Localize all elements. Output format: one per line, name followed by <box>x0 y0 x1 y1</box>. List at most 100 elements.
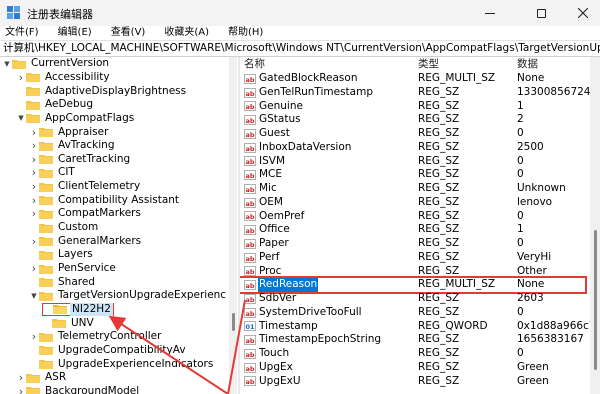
value-data: 1 <box>517 99 524 112</box>
collapsed-chevron-icon[interactable]: › <box>29 262 39 275</box>
value-row[interactable]: ab Genuine REG_SZ 1 <box>240 100 585 114</box>
value-row[interactable]: ab Proc REG_SZ Other <box>240 265 585 279</box>
folder-icon <box>26 86 40 97</box>
value-row[interactable]: ab TimestampEpochString REG_SZ 1656383167 <box>240 333 585 347</box>
value-row[interactable]: ab InboxDataVersion REG_SZ 2500 <box>240 141 585 155</box>
tree-item[interactable]: UpgradeExperienceIndicators <box>29 357 215 371</box>
tree-item[interactable]: › PenService <box>29 262 118 276</box>
collapsed-chevron-icon[interactable]: › <box>29 330 39 343</box>
collapsed-chevron-icon[interactable]: › <box>29 180 39 193</box>
tree-item-label: Compatibility Assistant <box>58 193 180 206</box>
tree-item[interactable]: › Compatibility Assistant <box>29 194 181 208</box>
close-button[interactable] <box>561 0 600 26</box>
value-name: UpgExU <box>259 374 301 387</box>
value-name: MCE <box>259 168 283 181</box>
collapsed-chevron-icon[interactable]: › <box>16 385 26 394</box>
tree-item[interactable]: ▼ TargetVersionUpgradeExperienceInc <box>29 289 226 303</box>
expanded-chevron-icon[interactable]: ▼ <box>16 114 26 122</box>
value-row[interactable]: ab GenTelRunTimestamp REG_SZ 133008567247 <box>240 86 590 100</box>
collapsed-chevron-icon[interactable]: › <box>29 153 39 166</box>
tree-scrollbar-thumb[interactable] <box>232 313 235 331</box>
collapsed-chevron-icon[interactable]: › <box>16 71 26 84</box>
tree-item[interactable]: › ClientTelemetry <box>29 180 142 194</box>
tree-item[interactable]: Shared <box>29 275 97 289</box>
value-data: 0 <box>517 127 524 139</box>
folder-icon <box>52 318 66 329</box>
value-name-cell: ab OemPref <box>244 210 305 224</box>
string-value-icon: ab <box>244 142 256 153</box>
value-row[interactable]: 01 Timestamp REG_QWORD 0x1d88a966c7 <box>240 320 590 334</box>
value-row[interactable]: ab Office REG_SZ 1 <box>240 223 585 237</box>
value-row[interactable]: ab Touch REG_SZ 0 <box>240 347 585 361</box>
folder-icon <box>39 182 53 192</box>
collapsed-chevron-icon[interactable]: › <box>29 139 39 152</box>
menu-help[interactable]: 帮助(H) <box>228 26 263 39</box>
collapsed-chevron-icon[interactable]: › <box>16 371 26 384</box>
tree-item[interactable]: › Appraiser <box>29 125 110 139</box>
tree-item[interactable]: › GeneralMarkers <box>29 234 143 248</box>
value-name: InboxDataVersion <box>259 140 352 153</box>
folder-icon <box>39 264 53 274</box>
tree-item[interactable]: › CaretTracking <box>29 153 132 167</box>
value-row[interactable]: ab SdbVer REG_SZ 2603 <box>240 292 585 306</box>
collapsed-chevron-icon[interactable]: › <box>29 194 39 207</box>
tree-item[interactable]: › TelemetryController <box>29 330 163 344</box>
tree-item[interactable]: ▼ CurrentVersion <box>2 57 111 71</box>
value-data: 133008567247 <box>517 85 590 98</box>
tree-item[interactable]: UpgradeCompatibilityAv <box>29 344 188 358</box>
value-row[interactable]: ab MCE REG_SZ 0 <box>240 168 585 182</box>
value-row[interactable]: ab GStatus REG_SZ 2 <box>240 113 585 127</box>
string-value-icon: ab <box>244 348 256 359</box>
value-row[interactable]: ab UpgEx REG_SZ Green <box>240 361 585 375</box>
tree-item[interactable]: › BackgroundModel <box>16 385 141 394</box>
tree-item[interactable]: UNV <box>42 316 96 330</box>
collapsed-chevron-icon[interactable]: › <box>29 166 39 179</box>
tree-item[interactable]: Custom <box>29 221 100 235</box>
value-row[interactable]: ab SystemDriveTooFull REG_SZ 0 <box>240 306 585 320</box>
value-row[interactable]: ab UpgExU REG_SZ Green <box>240 375 585 389</box>
value-row[interactable]: ab Mic REG_SZ Unknown <box>240 182 585 196</box>
tree-item[interactable]: NI22H2 <box>42 302 114 317</box>
tree-item[interactable]: › AvTracking <box>29 139 117 153</box>
values-scrollbar-thumb[interactable] <box>594 230 597 370</box>
tree-item[interactable]: › CIT <box>29 166 77 180</box>
value-data: 1656383167 <box>517 333 584 346</box>
value-data: 0 <box>517 237 524 249</box>
tree-item[interactable]: AeDebug <box>16 98 95 112</box>
value-row[interactable]: ab Guest REG_SZ 0 <box>240 127 585 141</box>
tree-scrollbar[interactable] <box>229 57 237 394</box>
expanded-chevron-icon[interactable]: ▼ <box>2 60 12 68</box>
value-name: RedReason <box>258 278 319 293</box>
tree-item[interactable]: AdaptiveDisplayBrightness <box>16 84 188 98</box>
menu-view[interactable]: 查看(V) <box>111 26 146 39</box>
collapsed-chevron-icon[interactable]: › <box>29 207 39 220</box>
value-row[interactable]: ab Perf REG_SZ VeryHi <box>240 251 585 265</box>
value-row[interactable]: ab RedReason REG_MULTI_SZ None <box>240 276 587 295</box>
value-row[interactable]: ab GatedBlockReason REG_MULTI_SZ None <box>240 72 585 86</box>
column-header-data[interactable]: 数据 <box>517 57 538 71</box>
expanded-chevron-icon[interactable]: ▼ <box>29 292 39 300</box>
minimize-button[interactable] <box>468 0 512 26</box>
column-header-name[interactable]: 名称 <box>244 57 265 71</box>
column-header-type[interactable]: 类型 <box>418 57 439 71</box>
tree-item[interactable]: › ASR <box>16 371 68 385</box>
value-row[interactable]: ab OemPref REG_SZ 0 <box>240 210 585 224</box>
maximize-button[interactable] <box>519 0 563 26</box>
value-row[interactable]: ab OEM REG_SZ lenovo <box>240 196 585 210</box>
value-row[interactable]: ab Paper REG_SZ 0 <box>240 237 585 251</box>
address-bar[interactable]: 计算机\HKEY_LOCAL_MACHINE\SOFTWARE\Microsof… <box>0 40 600 57</box>
menu-favorites[interactable]: 收藏夹(A) <box>164 26 209 39</box>
menu-file[interactable]: 文件(F) <box>5 26 39 39</box>
collapsed-chevron-icon[interactable]: › <box>29 235 39 248</box>
collapsed-chevron-icon[interactable]: › <box>29 126 39 139</box>
tree-item[interactable]: Layers <box>29 248 95 262</box>
tree-item[interactable]: ▼ AppCompatFlags <box>16 112 136 126</box>
folder-icon <box>39 291 53 301</box>
tree-item-label: NI22H2 <box>70 302 113 316</box>
tree-item[interactable]: › Accessibility <box>16 71 112 85</box>
value-row[interactable]: ab ISVM REG_SZ 0 <box>240 155 585 169</box>
tree-item[interactable]: › CompatMarkers <box>29 207 143 221</box>
menu-edit[interactable]: 编辑(E) <box>58 26 92 39</box>
value-name-cell: ab Mic <box>244 182 278 196</box>
value-data: 0 <box>517 209 524 222</box>
